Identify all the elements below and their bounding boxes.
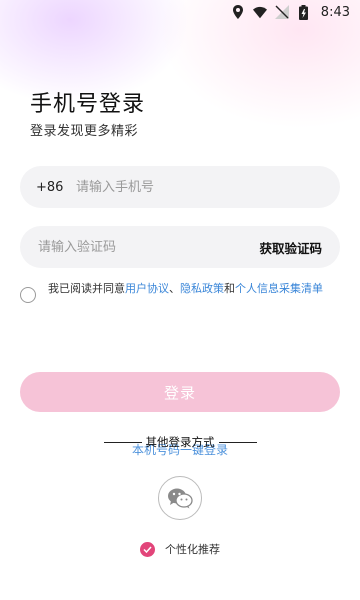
page-title: 手机号登录 (30, 92, 146, 117)
agreement-separator: 、 (169, 282, 180, 295)
phone-input[interactable] (76, 166, 316, 208)
status-bar: 8:43 (0, 0, 360, 24)
user-agreement-link[interactable]: 用户协议 (125, 282, 169, 295)
personal-info-list-link[interactable]: 个人信息采集清单 (235, 282, 323, 295)
divider-line-right (218, 441, 257, 443)
phone-field[interactable]: +86 (20, 166, 340, 208)
login-button[interactable]: 登录 (20, 372, 340, 412)
agreement-row: 我已阅读并同意用户协议、隐私政策和个人信息采集清单 (20, 281, 342, 303)
other-login-divider: 其他登录方式 (0, 434, 360, 450)
verification-code-field[interactable]: 获取验证码 (20, 226, 340, 268)
wifi-icon (252, 5, 267, 19)
get-code-button[interactable]: 获取验证码 (259, 238, 322, 257)
signal-icon (274, 5, 289, 19)
verification-code-input[interactable] (38, 226, 238, 268)
divider-line-left (103, 441, 142, 443)
agreement-conjunction: 和 (224, 282, 235, 295)
privacy-policy-link[interactable]: 隐私政策 (180, 282, 224, 295)
country-code-prefix[interactable]: +86 (36, 180, 76, 195)
other-login-title: 其他登录方式 (145, 435, 215, 449)
agreement-radio[interactable] (20, 287, 36, 303)
personalized-checkbox[interactable] (140, 541, 155, 557)
location-icon (231, 5, 245, 19)
personalized-recommendation-row: 个性化推荐 (0, 541, 360, 557)
status-time: 8:43 (320, 4, 350, 20)
battery-icon (297, 4, 311, 20)
agreement-text: 我已阅读并同意用户协议、隐私政策和个人信息采集清单 (48, 281, 338, 296)
wechat-login-button[interactable] (158, 476, 202, 520)
checkmark-icon (143, 545, 152, 553)
agreement-prefix: 我已阅读并同意 (48, 282, 125, 295)
personalized-label: 个性化推荐 (165, 543, 220, 556)
page-subtitle: 登录发现更多精彩 (30, 124, 139, 139)
wechat-icon (168, 488, 193, 509)
